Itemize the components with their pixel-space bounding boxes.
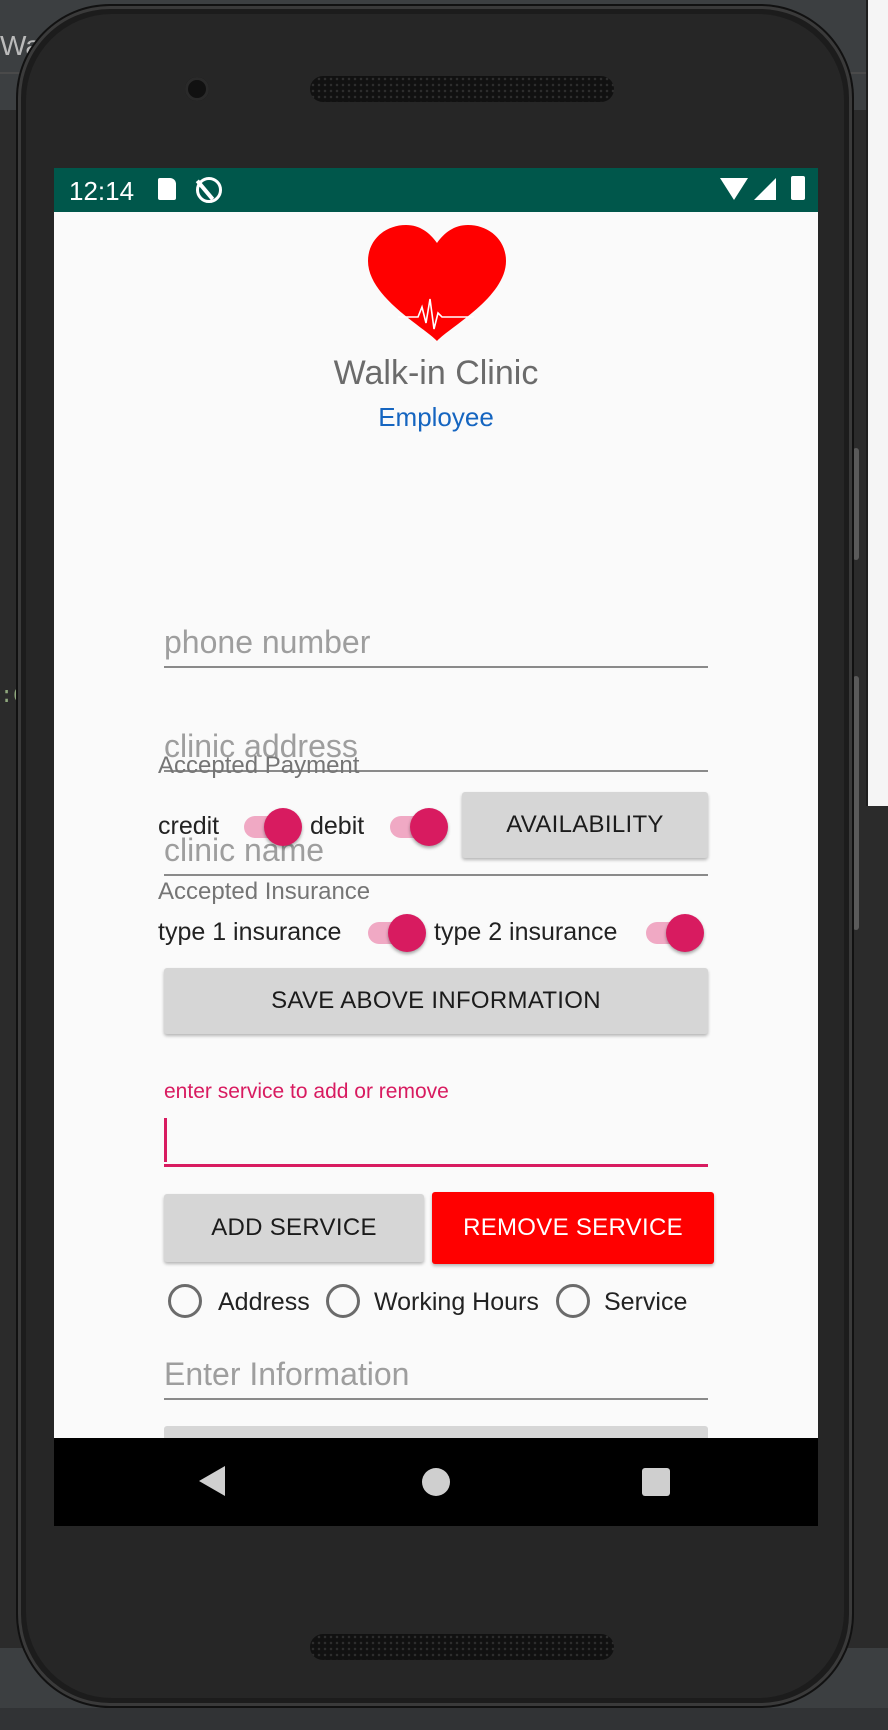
enter-information-field[interactable]	[164, 1350, 708, 1400]
availability-button[interactable]: AVAILABILITY	[462, 792, 708, 858]
credit-label: credit	[158, 812, 220, 840]
add-service-button[interactable]: ADD SERVICE	[164, 1194, 424, 1262]
accepted-insurance-label: Accepted Insurance	[158, 878, 371, 905]
recents-icon[interactable]	[642, 1468, 670, 1496]
front-camera	[185, 77, 209, 101]
back-icon[interactable]	[199, 1466, 225, 1496]
save-information-button[interactable]: SAVE ABOVE INFORMATION	[164, 968, 708, 1034]
sd-card-icon	[158, 178, 176, 200]
status-time: 12:14	[69, 176, 135, 206]
ide-scrollbar[interactable]	[853, 448, 859, 560]
switch-thumb	[666, 914, 704, 952]
radio-address-label[interactable]: Address	[218, 1288, 310, 1317]
debit-label: debit	[310, 812, 365, 840]
battery-icon	[791, 176, 805, 200]
app-title: Walk-in Clinic	[333, 354, 539, 392]
text-cursor	[164, 1118, 167, 1162]
debit-switch[interactable]	[388, 806, 448, 846]
navigation-bar	[54, 1438, 818, 1526]
top-speaker	[310, 76, 614, 102]
service-input[interactable]	[164, 1114, 708, 1167]
insurance1-label: type 1 insurance	[158, 918, 342, 946]
service-hint-label: enter service to add or remove	[164, 1080, 449, 1103]
home-icon[interactable]	[422, 1468, 450, 1496]
switch-thumb	[264, 808, 302, 846]
switch-thumb	[410, 808, 448, 846]
insurance1-switch[interactable]	[366, 912, 426, 952]
heart-pulse-icon	[368, 225, 506, 341]
accepted-payment-label: Accepted Payment	[158, 752, 360, 779]
status-bar: 12:14	[54, 168, 818, 212]
ide-status-strip	[0, 1708, 888, 1730]
insurance2-switch[interactable]	[644, 912, 704, 952]
signal-icon	[754, 178, 776, 200]
radio-working-hours[interactable]	[326, 1284, 360, 1318]
switch-thumb	[388, 914, 426, 952]
sync-disabled-icon	[196, 177, 222, 203]
radio-service-label[interactable]: Service	[604, 1288, 687, 1317]
credit-switch[interactable]	[242, 806, 302, 846]
bottom-speaker	[310, 1634, 614, 1660]
phone-number-field[interactable]	[164, 618, 708, 668]
radio-working-hours-label[interactable]: Working Hours	[374, 1288, 539, 1317]
insurance2-label: type 2 insurance	[434, 918, 618, 946]
role-subtitle: Employee	[378, 402, 494, 432]
ide-side-panel	[866, 0, 888, 806]
remove-service-button[interactable]: REMOVE SERVICE	[432, 1192, 714, 1264]
radio-service[interactable]	[556, 1284, 590, 1318]
phone-screen: 12:14 Walk-in Clinic Employee Accepted P…	[54, 168, 818, 1526]
wifi-icon	[720, 178, 748, 200]
ide-scrollbar-secondary[interactable]	[853, 676, 859, 930]
radio-address[interactable]	[168, 1284, 202, 1318]
